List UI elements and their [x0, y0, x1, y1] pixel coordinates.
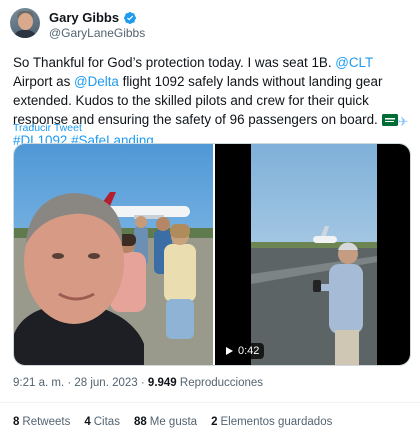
- views-label: Reproducciones: [176, 377, 264, 389]
- video-duration: 0:42: [238, 345, 260, 357]
- verified-badge-icon: [124, 11, 137, 24]
- meta-separator: ·: [64, 377, 75, 389]
- bookmarks-label: Elementos guardados: [220, 416, 333, 428]
- video-frame: [251, 144, 377, 365]
- tweet-card: Gary Gibbs @GaryLaneGibbs So Thankful fo…: [0, 0, 420, 435]
- tweet-time[interactable]: 9:21 a. m.: [13, 377, 64, 389]
- retweets-label: Retweets: [22, 416, 71, 428]
- retweets-stat[interactable]: 8 Retweets: [13, 416, 70, 428]
- airplane-emoji-icon: ✈: [397, 114, 409, 129]
- tweet-date[interactable]: 28 jun. 2023: [74, 377, 137, 389]
- author-name[interactable]: Gary Gibbs: [49, 10, 119, 25]
- play-icon: [226, 347, 233, 355]
- quotes-stat[interactable]: 4 Citas: [84, 416, 120, 428]
- bookmarks-count: 2: [211, 416, 218, 428]
- avatar-face: [18, 13, 33, 30]
- retweets-count: 8: [13, 416, 20, 428]
- tweet-text-part: Airport as: [13, 74, 75, 89]
- engagement-stats: 8 Retweets 4 Citas 88 Me gusta 2 Elementos g…: [13, 416, 346, 428]
- views-count: 9.949: [147, 377, 177, 389]
- mention-clt-link[interactable]: @CLT: [335, 55, 373, 70]
- mention-delta-link[interactable]: @Delta: [74, 74, 119, 89]
- flag-emoji-icon: [381, 114, 398, 126]
- media-grid: 0:42: [13, 143, 411, 366]
- author-handle[interactable]: @GaryLaneGibbs: [49, 26, 145, 40]
- likes-stat[interactable]: 88 Me gusta: [134, 416, 197, 428]
- bookmarks-stat[interactable]: 2 Elementos guardados: [211, 416, 332, 428]
- likes-count: 88: [133, 416, 147, 428]
- video-player[interactable]: 0:42: [215, 144, 410, 365]
- avatar[interactable]: [10, 8, 40, 38]
- likes-label: Me gusta: [149, 416, 198, 428]
- quotes-count: 4: [84, 416, 91, 428]
- meta-separator: ·: [137, 377, 148, 389]
- video-duration-badge[interactable]: 0:42: [221, 343, 265, 359]
- tweet-text-part: So Thankful for God’s protection today. …: [13, 55, 336, 70]
- tweet-meta: 9:21 a. m. · 28 jun. 2023 · 9.949 Reprod…: [13, 377, 263, 389]
- author-name-row: Gary Gibbs: [49, 10, 137, 25]
- quotes-label: Citas: [93, 416, 120, 428]
- translate-tweet-link[interactable]: Traducir Tweet: [13, 122, 82, 134]
- selfie-photo[interactable]: [14, 144, 213, 366]
- avatar-shirt: [13, 30, 37, 38]
- divider: [0, 402, 420, 403]
- tweet-text: So Thankful for God’s protection today. …: [13, 53, 413, 150]
